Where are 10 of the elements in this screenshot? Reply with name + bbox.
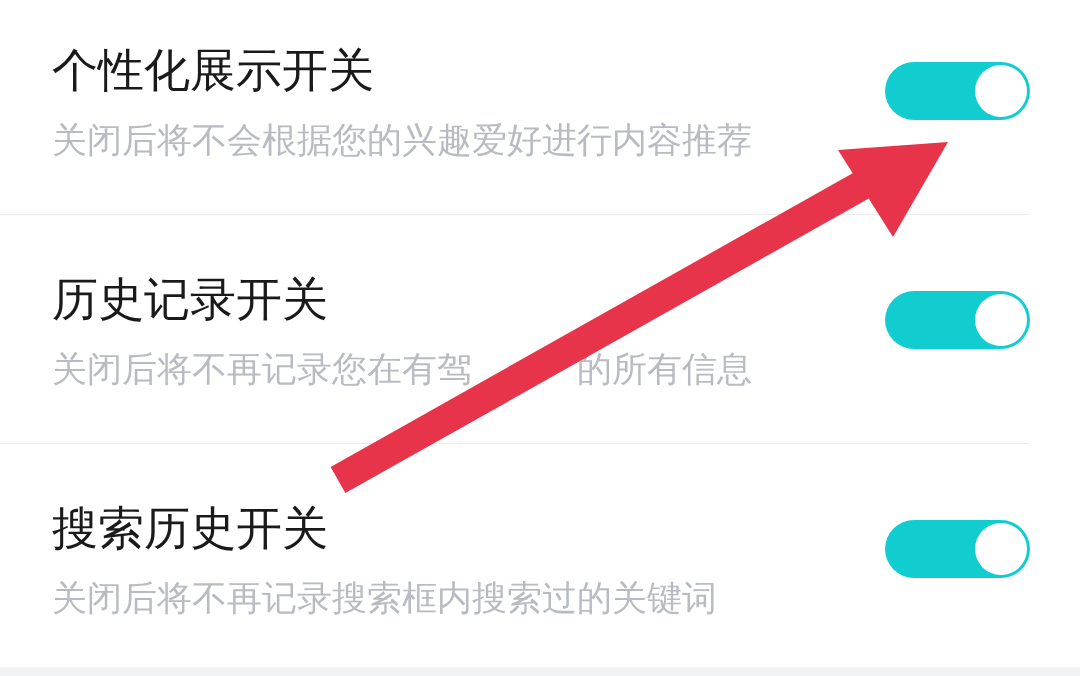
toggle-switch[interactable] — [885, 291, 1030, 349]
toggle-switch[interactable] — [885, 62, 1030, 120]
setting-title: 个性化展示开关 — [52, 44, 375, 96]
setting-title: 历史记录开关 — [52, 273, 329, 325]
toggle-switch[interactable] — [885, 520, 1030, 578]
setting-description: 关闭后将不会根据您的兴趣爱好进行内容推荐 — [52, 120, 752, 160]
setting-description: 关闭后将不再记录搜索框内搜索过的关键词 — [52, 578, 717, 618]
setting-title: 搜索历史开关 — [52, 502, 329, 554]
setting-description: 关闭后将不再记录您在有驾 — [52, 349, 472, 389]
setting-description: 的所有信息 — [577, 349, 752, 389]
